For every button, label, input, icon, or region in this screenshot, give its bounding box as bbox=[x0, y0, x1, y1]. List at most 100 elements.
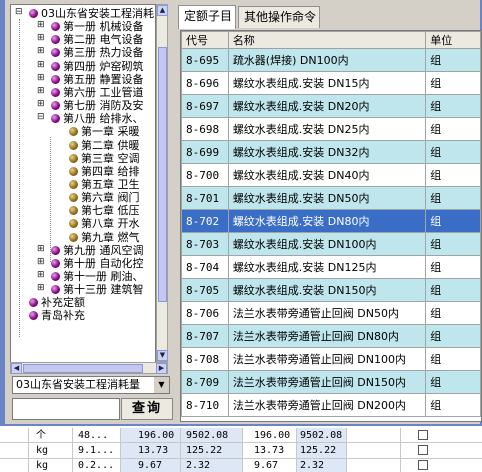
tab-quota-items[interactable]: 定额子目 bbox=[178, 5, 236, 29]
search-button[interactable]: 查询 bbox=[121, 398, 173, 420]
table-row[interactable]: 8-697 螺纹水表组成.安装 DN20内组 bbox=[181, 94, 481, 118]
table-row[interactable]: 8-706 法兰水表带旁通管止回阀 DN50内组 bbox=[181, 301, 481, 325]
cell-name[interactable]: 法兰水表带旁通管止回阀 DN100内 bbox=[227, 347, 427, 371]
cell-name[interactable]: 法兰水表带旁通管止回阀 DN50内 bbox=[227, 301, 427, 325]
tree-item-chapter[interactable]: 第四章 给排 bbox=[69, 165, 140, 178]
cell-unit[interactable]: 组 bbox=[425, 48, 481, 72]
tree-horizontal-scrollbar[interactable]: ◀ ▶ bbox=[10, 362, 168, 374]
table-row[interactable]: 8-701 螺纹水表组成.安装 DN50内组 bbox=[181, 186, 481, 210]
table-row[interactable]: 8-705 螺纹水表组成.安装 DN150内组 bbox=[181, 278, 481, 302]
expand-icon[interactable]: ⊞ bbox=[37, 244, 45, 254]
cell-name[interactable]: 螺纹水表组成.安装 DN40内 bbox=[227, 163, 427, 187]
column-header-code[interactable]: 代号 bbox=[181, 31, 229, 49]
table-row[interactable]: 8-700 螺纹水表组成.安装 DN40内组 bbox=[181, 163, 481, 187]
table-row[interactable]: 8-695 疏水器(焊接) DN100内组 bbox=[181, 48, 481, 72]
cell-unit[interactable]: 组 bbox=[425, 117, 481, 141]
cell-name[interactable]: 疏水器(焊接) DN100内 bbox=[227, 48, 427, 72]
cell-unit[interactable]: 组 bbox=[425, 209, 481, 233]
column-header-unit[interactable]: 单位 bbox=[425, 31, 481, 49]
tree-item-book[interactable]: 第七册 消防及安 bbox=[51, 99, 144, 112]
expand-icon[interactable]: ⊞ bbox=[37, 46, 45, 56]
table-row[interactable]: 8-696 螺纹水表组成.安装 DN15内组 bbox=[181, 71, 481, 95]
table-row[interactable]: 8-704 螺纹水表组成.安装 DN125内组 bbox=[181, 255, 481, 279]
cell-code[interactable]: 8-695 bbox=[181, 48, 229, 72]
table-row[interactable]: 8-707 法兰水表带旁通管止回阀 DN80内组 bbox=[181, 324, 481, 348]
quota-library-select[interactable]: 03山东省安装工程消耗量 bbox=[12, 376, 170, 394]
cell-name[interactable]: 螺纹水表组成.安装 DN100内 bbox=[227, 232, 427, 256]
cell-name[interactable]: 螺纹水表组成.安装 DN80内 bbox=[227, 209, 427, 233]
cell-unit[interactable]: 组 bbox=[425, 278, 481, 302]
cell-code[interactable]: 8-699 bbox=[181, 140, 229, 164]
table-row[interactable]: 8-708 法兰水表带旁通管止回阀 DN100内组 bbox=[181, 347, 481, 371]
row-checkbox[interactable] bbox=[418, 430, 428, 440]
tree-item-book[interactable]: 第十一册 刷油、 bbox=[51, 270, 144, 283]
tree-item-book[interactable]: 第十三册 建筑智 bbox=[51, 283, 144, 296]
cell-unit[interactable]: 组 bbox=[425, 232, 481, 256]
table-row[interactable]: 8-699 螺纹水表组成.安装 DN32内组 bbox=[181, 140, 481, 164]
table-row[interactable]: 8-702 螺纹水表组成.安装 DN80内组 bbox=[181, 209, 481, 233]
scroll-thumb[interactable] bbox=[23, 364, 143, 373]
table-row[interactable]: 8-709 法兰水表带旁通管止回阀 DN150内组 bbox=[181, 370, 481, 394]
cell-code[interactable]: 8-701 bbox=[181, 186, 229, 210]
scroll-left-icon[interactable]: ◀ bbox=[11, 363, 22, 374]
search-input[interactable] bbox=[12, 398, 120, 420]
column-header-name[interactable]: 名称 bbox=[227, 31, 427, 49]
tree-item-chapter[interactable]: 第三章 空调 bbox=[69, 152, 140, 165]
table-row[interactable]: 8-703 螺纹水表组成.安装 DN100内组 bbox=[181, 232, 481, 256]
collapse-icon[interactable]: ⊟ bbox=[15, 7, 23, 17]
scroll-down-icon[interactable]: ▼ bbox=[157, 350, 168, 361]
tree-item-chapter[interactable]: 第八章 开水 bbox=[69, 217, 140, 230]
tab-other-commands[interactable]: 其他操作命令 bbox=[238, 6, 320, 28]
cell-unit[interactable]: 组 bbox=[425, 255, 481, 279]
tree-item-chapter[interactable]: 第五章 卫生 bbox=[69, 178, 140, 191]
cell-name[interactable]: 法兰水表带旁通管止回阀 DN200内 bbox=[227, 393, 427, 417]
cell-unit[interactable]: 组 bbox=[425, 347, 481, 371]
cell-name[interactable]: 螺纹水表组成.安装 DN50内 bbox=[227, 186, 427, 210]
cell-code[interactable]: 8-708 bbox=[181, 347, 229, 371]
cell-name[interactable]: 螺纹水表组成.安装 DN32内 bbox=[227, 140, 427, 164]
cell-unit[interactable]: 组 bbox=[425, 163, 481, 187]
tree-item-supplement[interactable]: 补充定额 bbox=[29, 296, 85, 309]
cell-code[interactable]: 8-697 bbox=[181, 94, 229, 118]
expand-icon[interactable]: ⊞ bbox=[37, 257, 45, 267]
cell-code[interactable]: 8-696 bbox=[181, 71, 229, 95]
table-row[interactable]: 8-698 螺纹水表组成.安装 DN25内组 bbox=[181, 117, 481, 141]
scroll-right-icon[interactable]: ▶ bbox=[156, 363, 167, 374]
cell-name[interactable]: 螺纹水表组成.安装 DN25内 bbox=[227, 117, 427, 141]
cell-code[interactable]: 8-704 bbox=[181, 255, 229, 279]
cell-unit[interactable]: 组 bbox=[425, 94, 481, 118]
cell-code[interactable]: 8-709 bbox=[181, 370, 229, 394]
cell-name[interactable]: 螺纹水表组成.安装 DN150内 bbox=[227, 278, 427, 302]
cell-unit[interactable]: 组 bbox=[425, 71, 481, 95]
cell-code[interactable]: 8-710 bbox=[181, 393, 229, 417]
collapse-icon[interactable]: ⊟ bbox=[37, 112, 45, 122]
cell-unit[interactable]: 组 bbox=[425, 324, 481, 348]
tree-item-book[interactable]: 第九册 通风空调 bbox=[51, 244, 144, 257]
tree-item-book[interactable]: 第四册 炉窑砌筑 bbox=[51, 60, 144, 73]
tree-item-book[interactable]: 第二册 电气设备 bbox=[51, 33, 144, 46]
table-row[interactable]: 8-710 法兰水表带旁通管止回阀 DN200内组 bbox=[181, 393, 481, 417]
tree-item-chapter[interactable]: 第七章 低压 bbox=[69, 204, 140, 217]
tree-item-book[interactable]: 第三册 热力设备 bbox=[51, 46, 144, 59]
cell-code[interactable]: 8-702 bbox=[181, 209, 229, 233]
cell-unit[interactable]: 组 bbox=[425, 140, 481, 164]
tree-item-book[interactable]: 第十册 自动化控 bbox=[51, 257, 144, 270]
tree-item-chapter[interactable]: 第六章 阀门 bbox=[69, 191, 140, 204]
tree-item-book[interactable]: 第八册 给排水、 bbox=[51, 112, 144, 125]
cell-unit[interactable]: 组 bbox=[425, 186, 481, 210]
expand-icon[interactable]: ⊞ bbox=[37, 60, 45, 70]
tree-item-book[interactable]: 第六册 工业管道 bbox=[51, 86, 144, 99]
scroll-thumb[interactable] bbox=[158, 47, 167, 302]
tree-item-chapter[interactable]: 第九章 燃气 bbox=[69, 231, 140, 244]
cell-code[interactable]: 8-700 bbox=[181, 163, 229, 187]
panel-splitter[interactable] bbox=[174, 4, 177, 424]
cell-unit[interactable]: 组 bbox=[425, 370, 481, 394]
cell-name[interactable]: 法兰水表带旁通管止回阀 DN150内 bbox=[227, 370, 427, 394]
tree-item-supplement[interactable]: 青岛补充 bbox=[29, 309, 85, 322]
tree-vertical-scrollbar[interactable]: ▲ ▼ bbox=[156, 4, 168, 362]
tree-item-book[interactable]: 第五册 静置设备 bbox=[51, 73, 144, 86]
expand-icon[interactable]: ⊞ bbox=[37, 73, 45, 83]
scroll-up-icon[interactable]: ▲ bbox=[157, 5, 168, 16]
cell-code[interactable]: 8-705 bbox=[181, 278, 229, 302]
expand-icon[interactable]: ⊞ bbox=[37, 33, 45, 43]
